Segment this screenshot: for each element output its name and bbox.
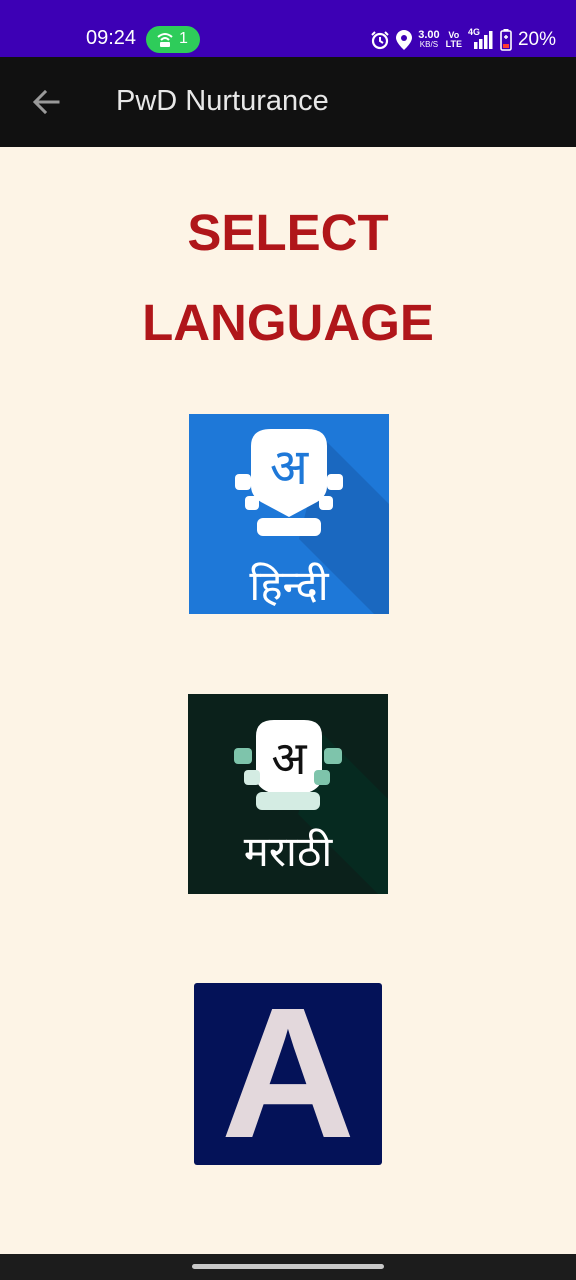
location-icon [396, 30, 413, 50]
marathi-glyph: अ [271, 731, 307, 785]
battery-percent: 20% [517, 29, 556, 50]
volte-bottom: LTE [445, 39, 462, 49]
battery-icon [500, 29, 512, 51]
english-glyph: A [221, 983, 355, 1165]
home-indicator[interactable] [192, 1264, 384, 1269]
signal-indicator: 4G [468, 27, 494, 51]
hotspot-icon [157, 33, 173, 47]
hotspot-count: 1 [179, 30, 188, 47]
alarm-icon [371, 31, 389, 50]
network-speed: 3.00 KB/S [418, 29, 440, 50]
back-button[interactable] [28, 84, 64, 120]
app-bar: PwD Nurturance [0, 57, 576, 147]
hindi-label: हिन्दी [249, 561, 329, 610]
language-heading: LANGUAGE [142, 294, 434, 351]
signal-icon [473, 31, 493, 49]
app-title: PwD Nurturance [116, 85, 329, 117]
hindi-glyph: अ [270, 438, 309, 496]
status-bar: 09:24 1 3.00 KB/S Vo LTE 4G 20% [0, 0, 576, 57]
language-option-hindi[interactable]: अ हिन्दी [189, 414, 389, 614]
navigation-bar [0, 1254, 576, 1280]
net-speed-unit: KB/S [419, 40, 439, 49]
hotspot-indicator: 1 [146, 26, 200, 53]
language-option-marathi[interactable]: अ मराठी [188, 694, 388, 894]
net-speed-value: 3.00 [418, 29, 440, 41]
status-time: 09:24 [86, 27, 137, 49]
volte-indicator: Vo LTE [446, 31, 462, 49]
marathi-label: मराठी [243, 827, 333, 876]
arrow-back-icon [32, 89, 60, 115]
select-heading: SELECT [187, 204, 389, 261]
english-letter-icon: A [194, 983, 382, 1165]
language-option-english[interactable]: A [194, 983, 382, 1165]
